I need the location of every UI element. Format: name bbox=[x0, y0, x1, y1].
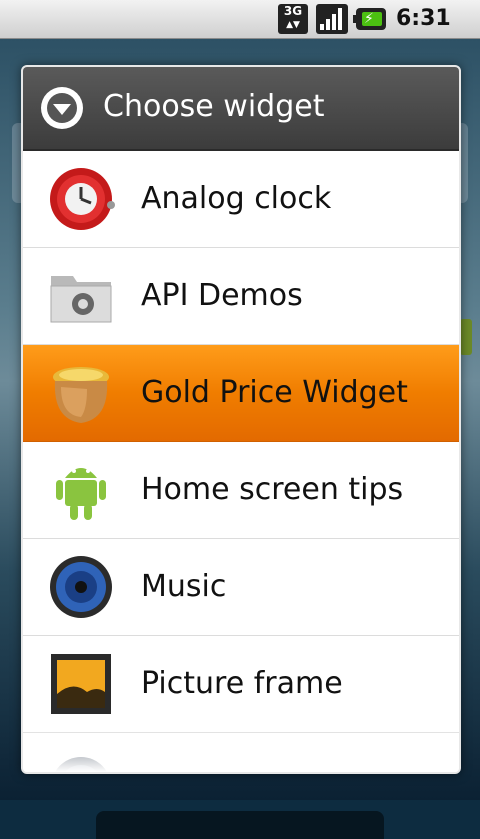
list-item-label: Gold Price Widget bbox=[141, 375, 408, 410]
list-item-home-screen-tips[interactable]: Home screen tips bbox=[23, 442, 459, 539]
picture-frame-icon bbox=[51, 654, 111, 714]
list-fade bbox=[23, 722, 459, 772]
chevron-down-circle-icon bbox=[41, 87, 83, 129]
status-bar: 3G ▲▼ ⚡ 6:31 AM bbox=[0, 0, 480, 54]
folder-gear-icon bbox=[50, 276, 112, 323]
list-item-label: API Demos bbox=[141, 278, 303, 313]
list-item-label: Home screen tips bbox=[141, 472, 404, 507]
3g-data-icon: 3G ▲▼ bbox=[278, 4, 308, 34]
list-item-label: Picture frame bbox=[141, 666, 343, 701]
clock-time: 6:31 bbox=[396, 6, 451, 31]
list-item-picture-frame[interactable]: Picture frame bbox=[23, 636, 459, 733]
gold-pot-icon bbox=[53, 367, 109, 423]
choose-widget-dialog: Choose widget Analog clock API Demos Gol… bbox=[21, 65, 461, 774]
list-item-music[interactable]: Music bbox=[23, 539, 459, 636]
list-item-api-demos[interactable]: API Demos bbox=[23, 248, 459, 345]
list-item-label: Analog clock bbox=[141, 181, 332, 216]
network-type-label: 3G bbox=[283, 4, 303, 18]
list-item-analog-clock[interactable]: Analog clock bbox=[23, 151, 459, 248]
signal-strength-icon bbox=[316, 4, 348, 34]
background-element bbox=[460, 319, 472, 355]
list-item-label: Music bbox=[141, 569, 227, 604]
battery-charging-icon: ⚡ bbox=[353, 8, 386, 30]
background-dock bbox=[96, 811, 384, 839]
dialog-header: Choose widget bbox=[23, 67, 459, 151]
widget-list[interactable]: Analog clock API Demos Gold Price Widget bbox=[23, 151, 459, 772]
dialog-title: Choose widget bbox=[103, 89, 325, 124]
android-robot-icon bbox=[56, 468, 106, 520]
list-item-gold-price-widget[interactable]: Gold Price Widget bbox=[23, 345, 459, 442]
speaker-icon bbox=[50, 556, 112, 618]
analog-clock-icon bbox=[50, 168, 115, 230]
